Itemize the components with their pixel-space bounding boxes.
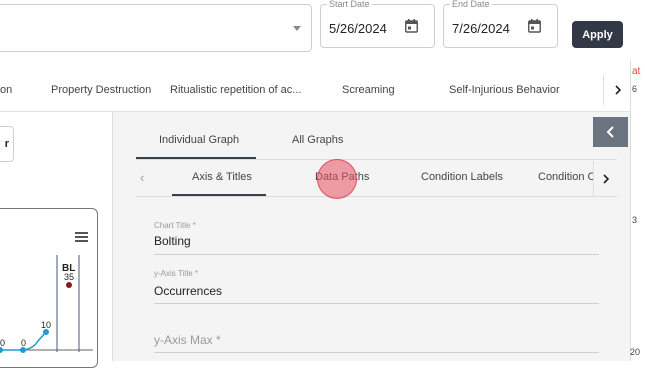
behavior-tab-ritualistic-repetition[interactable]: Ritualistic repetition of ac... [170, 84, 301, 96]
point-label: 10 [41, 320, 52, 330]
bl-marker [66, 282, 72, 288]
apply-button[interactable]: Apply [572, 21, 623, 48]
chart-title-input[interactable]: Bolting [154, 234, 191, 248]
y-axis-max-underline [154, 352, 599, 353]
active-tab-indicator [136, 157, 256, 159]
subtab-axis-titles[interactable]: Axis & Titles [192, 171, 252, 183]
hamburger-menu-icon[interactable] [75, 231, 89, 243]
y-axis-title-label: y-Axis Title * [154, 269, 199, 278]
subtab-condition-labels[interactable]: Condition Labels [421, 171, 503, 183]
end-date-value[interactable]: 7/26/2024 [452, 21, 510, 36]
subtab-condition-c[interactable]: Condition C [538, 171, 593, 183]
behavior-select[interactable] [0, 4, 312, 52]
start-date-label: Start Date [327, 0, 372, 9]
chevron-left-icon [606, 126, 614, 138]
collapse-panel-button[interactable] [593, 117, 628, 147]
edge-number: 6 [632, 84, 638, 94]
behavior-tab-self-injurious-behavior[interactable]: Self-Injurious Behavior [449, 84, 560, 96]
phase-value: 35 [64, 272, 75, 282]
calendar-icon[interactable] [528, 19, 541, 33]
subtabs-next-button[interactable] [593, 161, 618, 196]
point-label: 0 [21, 338, 27, 348]
behavior-tab[interactable]: on [0, 84, 12, 96]
y-axis-max-input[interactable]: y-Axis Max * [154, 333, 221, 347]
edge-red-text: at [632, 66, 641, 77]
active-subtab-indicator [172, 194, 266, 196]
tab-individual-graph[interactable]: Individual Graph [159, 134, 239, 146]
edge-strip [630, 60, 645, 361]
behavior-tab-screaming[interactable]: Screaming [342, 84, 395, 96]
caret-down-icon[interactable] [293, 26, 301, 31]
subtabs-divider [136, 196, 617, 197]
chevron-right-icon [603, 173, 610, 184]
chart-title-underline [154, 254, 599, 255]
click-indicator [317, 159, 357, 199]
edge-number: 3 [632, 215, 638, 225]
y-axis-title-underline [154, 303, 599, 304]
chart-option-button[interactable]: r [0, 126, 14, 162]
y-axis-title-input[interactable]: Occurrences [154, 284, 222, 298]
tab-all-graphs[interactable]: All Graphs [292, 134, 343, 146]
chart-plot [0, 255, 93, 353]
end-date-label: End Date [450, 0, 492, 9]
chevron-left-icon[interactable]: ‹ [140, 170, 144, 185]
point-label: 0 [0, 338, 6, 348]
calendar-icon[interactable] [405, 19, 418, 33]
behavior-tabs-next-button[interactable] [603, 75, 631, 105]
tabs-divider [136, 159, 617, 160]
start-date-value[interactable]: 5/26/2024 [329, 21, 387, 36]
chevron-right-icon [614, 85, 621, 95]
chart-title-label: Chart Title * [154, 221, 196, 230]
edge-number: 20 [630, 347, 641, 357]
behavior-tab-property-destruction[interactable]: Property Destruction [51, 84, 151, 96]
